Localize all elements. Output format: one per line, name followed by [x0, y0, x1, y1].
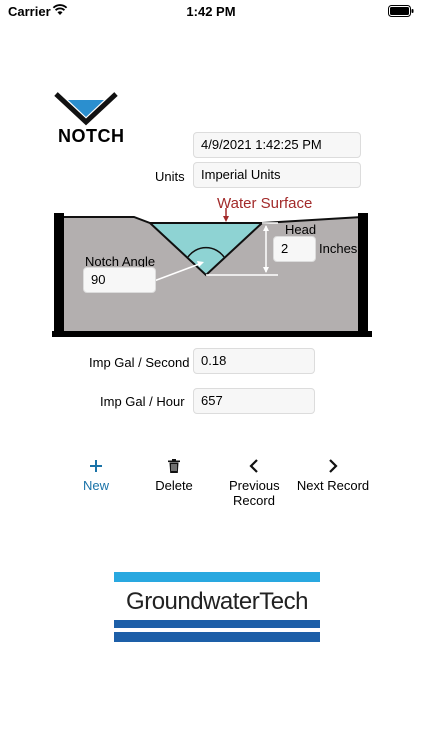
- previous-record-label: Previous Record: [229, 478, 280, 508]
- new-button-label: New: [82, 478, 109, 493]
- notch-logo-text: NOTCH: [58, 126, 125, 146]
- timestamp-field[interactable]: 4/9/2021 1:42:25 PM: [193, 132, 361, 158]
- flow-second-field[interactable]: 0.18: [193, 348, 315, 374]
- logo-bar-bottom: [114, 632, 320, 642]
- logo-bar-middle: [114, 620, 320, 628]
- groundwatertech-logo: GroundwaterTech: [114, 572, 320, 644]
- brand-name: GroundwaterTech: [126, 588, 308, 615]
- new-button[interactable]: New: [66, 456, 126, 493]
- trash-icon: [144, 456, 204, 478]
- units-field[interactable]: Imperial Units: [193, 162, 361, 188]
- status-bar: Carrier 1:42 PM: [0, 0, 422, 24]
- plus-icon: [66, 456, 126, 478]
- chevron-right-icon: [292, 456, 374, 478]
- units-label: Units: [155, 169, 185, 184]
- head-input[interactable]: 2: [273, 236, 316, 262]
- flow-second-label: Imp Gal / Second: [89, 355, 190, 370]
- flow-hour-label: Imp Gal / Hour: [100, 394, 185, 409]
- next-record-label: Next Record: [296, 478, 370, 493]
- logo-bar-top: [114, 572, 320, 582]
- battery-icon: [388, 5, 414, 17]
- head-unit-label: Inches: [319, 241, 358, 256]
- next-record-button[interactable]: Next Record: [292, 456, 374, 493]
- delete-button-label: Delete: [155, 478, 193, 493]
- water-surface-label: Water Surface: [217, 195, 313, 212]
- notch-angle-input[interactable]: 90: [83, 267, 156, 293]
- chevron-left-icon: [218, 456, 290, 478]
- clock-label: 1:42 PM: [186, 4, 236, 19]
- previous-record-button[interactable]: Previous Record: [218, 456, 290, 508]
- delete-button[interactable]: Delete: [144, 456, 204, 493]
- flow-hour-field[interactable]: 657: [193, 388, 315, 414]
